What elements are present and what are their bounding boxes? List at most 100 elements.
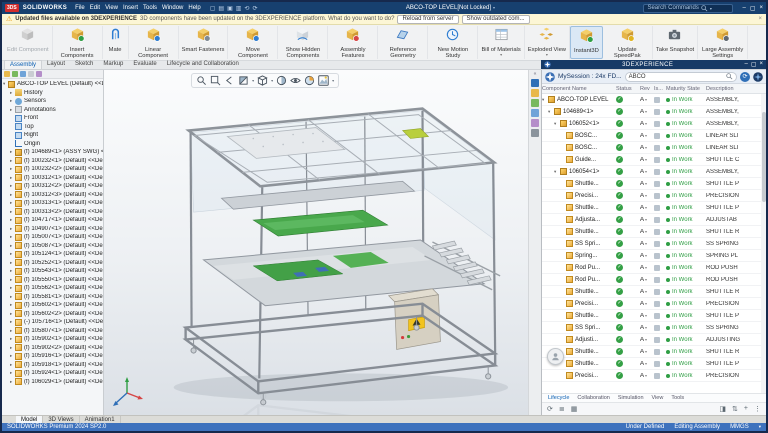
insert-components-button[interactable]: Insert Components▾ [53, 26, 103, 59]
doc-tab-3d-views[interactable]: 3D Views [43, 416, 79, 423]
print-icon[interactable]: ▥ [236, 5, 242, 12]
revision-caret-icon[interactable]: ▾ [645, 181, 647, 186]
section-view-caret-icon[interactable]: ▾ [252, 78, 254, 83]
linear-component-pattern-button[interactable]: Linear Component Pattern▾ [129, 26, 179, 59]
expander-icon[interactable]: ▾ [554, 121, 559, 127]
smart-fasteners-button[interactable]: Smart Fasteners [179, 26, 229, 59]
instant3d-button[interactable]: Instant3D [570, 26, 603, 59]
expander-icon[interactable]: ▾ [554, 169, 559, 175]
table-row[interactable]: SS Spri...✓A▾In WorkSS SPRING [542, 238, 766, 250]
menu-insert[interactable]: Insert [123, 5, 138, 11]
tree-item-f-100232-2-def[interactable]: ▸(f) 100232<2> (Default) <<De... [2, 165, 103, 174]
tree-item-f-105602-1-def[interactable]: ▸(f) 105602<1> (Default) <<De... [2, 301, 103, 310]
tab-layout[interactable]: Layout [42, 60, 70, 69]
section-view-icon[interactable] [238, 75, 249, 86]
command-search[interactable]: Search Commands ▾ [643, 4, 733, 13]
panel-close-button[interactable]: × [759, 61, 763, 68]
graphics-area[interactable]: ▾▾▾ [104, 70, 528, 415]
table-row[interactable]: Shuttle...✓A▾In WorkSHUTTLE P [542, 202, 766, 214]
table-row[interactable]: ▾ABCO-TOP LEVEL✓A▾In WorkASSEMBLY, [542, 94, 766, 106]
search-icon[interactable] [726, 73, 733, 80]
table-row[interactable]: Shuttle...✓A▾In WorkSHUTTLE R [542, 286, 766, 298]
tab-assembly[interactable]: Assembly [4, 60, 42, 69]
column-header-rev[interactable]: Rev [640, 86, 654, 92]
search-caret-icon[interactable]: ▾ [710, 6, 712, 11]
table-row[interactable]: Shuttle...✓A▾In WorkSHUTTLE P [542, 310, 766, 322]
component-search-input[interactable]: ABCO [625, 72, 737, 82]
column-header-status[interactable]: Status [616, 86, 640, 92]
view-orientation-icon[interactable] [257, 75, 268, 86]
maximize-button[interactable]: ▢ [750, 5, 756, 12]
table-row[interactable]: Rod Pu...✓A▾In WorkROD PUSH [542, 262, 766, 274]
column-header-is[interactable]: Is... [654, 86, 666, 92]
tree-item-f-105550-1-def[interactable]: ▸(f) 105550<1> (Default) <<De... [2, 276, 103, 285]
tree-item-f-100312-2-def[interactable]: ▸(f) 100312<2> (Default) <<De... [2, 182, 103, 191]
assistant-avatar-button[interactable] [547, 348, 564, 365]
tree-item-top[interactable]: Top [2, 123, 103, 132]
save-icon[interactable]: ▣ [227, 5, 233, 12]
revision-caret-icon[interactable]: ▾ [645, 361, 647, 366]
update-speedpak-subassemblies-button[interactable]: Update SpeedPak Subassemblies [603, 26, 653, 59]
tree-item-f-105252-1-def[interactable]: ▸(f) 105252<1> (Default) <<De... [2, 259, 103, 268]
tree-item-abco-top-level-de[interactable]: ▾ABCO-TOP LEVEL (Default) <<Defa [2, 80, 103, 89]
show-hidden-components-button[interactable]: Show Hidden Components [278, 26, 328, 59]
revision-caret-icon[interactable]: ▾ [645, 229, 647, 234]
tree-item-f-105902-1-def[interactable]: ▸(f) 105902<1> (Default) <<De... [2, 335, 103, 344]
view-settings-icon[interactable] [318, 75, 329, 86]
session-refresh-button[interactable]: ⟳ [740, 72, 750, 82]
tree-item-front[interactable]: Front [2, 114, 103, 123]
revision-caret-icon[interactable]: ▾ [645, 157, 647, 162]
table-row[interactable]: SS Spri...✓A▾In WorkSS SPRING [542, 322, 766, 334]
propertymanager-tab-icon[interactable] [12, 71, 18, 77]
revision-caret-icon[interactable]: ▾ [645, 325, 647, 330]
grid-view-icon[interactable]: ▦ [571, 405, 578, 413]
revision-caret-icon[interactable]: ▾ [645, 145, 647, 150]
tree-item-f-105543-1-def[interactable]: ▸(f) 105543<1> (Default) <<De... [2, 267, 103, 276]
menu-file[interactable]: File [75, 5, 85, 11]
bill-of-materials-button[interactable]: Bill of Materials▾ [478, 26, 524, 59]
tree-item-f-105124-1-def[interactable]: ▸(f) 105124<1> (Default) <<De... [2, 250, 103, 259]
tree-item-origin[interactable]: Origin [2, 140, 103, 149]
revision-caret-icon[interactable]: ▾ [645, 277, 647, 282]
reload-from-server-button[interactable]: Reload from server [397, 15, 458, 24]
revision-caret-icon[interactable]: ▾ [645, 373, 647, 378]
undo-icon[interactable]: ⟲ [244, 5, 249, 12]
tree-item-f-106029-1-def[interactable]: ▸(f) 106029<1> (Default) <<De... [2, 378, 103, 387]
session-label[interactable]: MySession : 24x FD... [558, 73, 622, 80]
table-row[interactable]: Adjusta...✓A▾In WorkADJUSTAB [542, 214, 766, 226]
units-caret-icon[interactable]: ▾ [759, 424, 761, 430]
doc-tab-animation1[interactable]: Animation1 [80, 416, 121, 423]
table-row[interactable]: Precisi...✓A▾In WorkPRECISION [542, 190, 766, 202]
table-row[interactable]: Precisi...✓A▾In WorkPRECISION [542, 298, 766, 310]
view-settings-caret-icon[interactable]: ▾ [332, 78, 334, 83]
tree-item-f-100313-2-def[interactable]: ▸(f) 100313<2> (Default) <<De... [2, 208, 103, 217]
compass-icon[interactable] [545, 72, 555, 82]
close-button[interactable]: × [759, 5, 763, 12]
3dexperience-tab-icon[interactable] [531, 79, 539, 87]
tree-item-f-105918-1-def[interactable]: ▸(f) 105918<1> (Default) <<De... [2, 361, 103, 370]
revision-caret-icon[interactable]: ▾ [645, 169, 647, 174]
tab-evaluate[interactable]: Evaluate [128, 60, 161, 69]
scrollbar-thumb[interactable] [762, 112, 766, 202]
panel-minimize-button[interactable]: – [744, 61, 747, 68]
tree-item-105716-1-def[interactable]: ▸(-) 105716<1> (Default) <<De... [2, 318, 103, 327]
tree-item-f-105924-1-def[interactable]: ▸(f) 105924<1> (Default) <<De... [2, 369, 103, 378]
revision-caret-icon[interactable]: ▾ [645, 121, 647, 126]
menu-help[interactable]: Help [188, 5, 200, 11]
reference-geometry-button[interactable]: Reference Geometry▾ [378, 26, 428, 59]
expander-icon[interactable]: ▾ [542, 97, 547, 103]
revision-caret-icon[interactable]: ▾ [645, 349, 647, 354]
table-row[interactable]: ▾106052<1>✓A▾In WorkASSEMBLY, [542, 118, 766, 130]
menu-view[interactable]: View [105, 5, 118, 11]
compare-icon[interactable]: ◨ [719, 405, 726, 413]
tree-item-f-105562-1-def[interactable]: ▸(f) 105562<1> (Default) <<De... [2, 284, 103, 293]
show-outdated-button[interactable]: Show outdated com... [462, 15, 530, 24]
displaymanager-tab-icon[interactable] [36, 71, 42, 77]
revision-caret-icon[interactable]: ▾ [645, 265, 647, 270]
tree-item-annotations[interactable]: ▸Annotations [2, 106, 103, 115]
document-title-caret-icon[interactable]: ▾ [493, 5, 495, 11]
revision-caret-icon[interactable]: ▾ [645, 289, 647, 294]
tree-item-f-100312-1-def[interactable]: ▸(f) 100312<1> (Default) <<De... [2, 174, 103, 183]
new-motion-study-button[interactable]: New Motion Study [428, 26, 478, 59]
table-row[interactable]: Adjusti...✓A▾In WorkADJUSTING [542, 334, 766, 346]
